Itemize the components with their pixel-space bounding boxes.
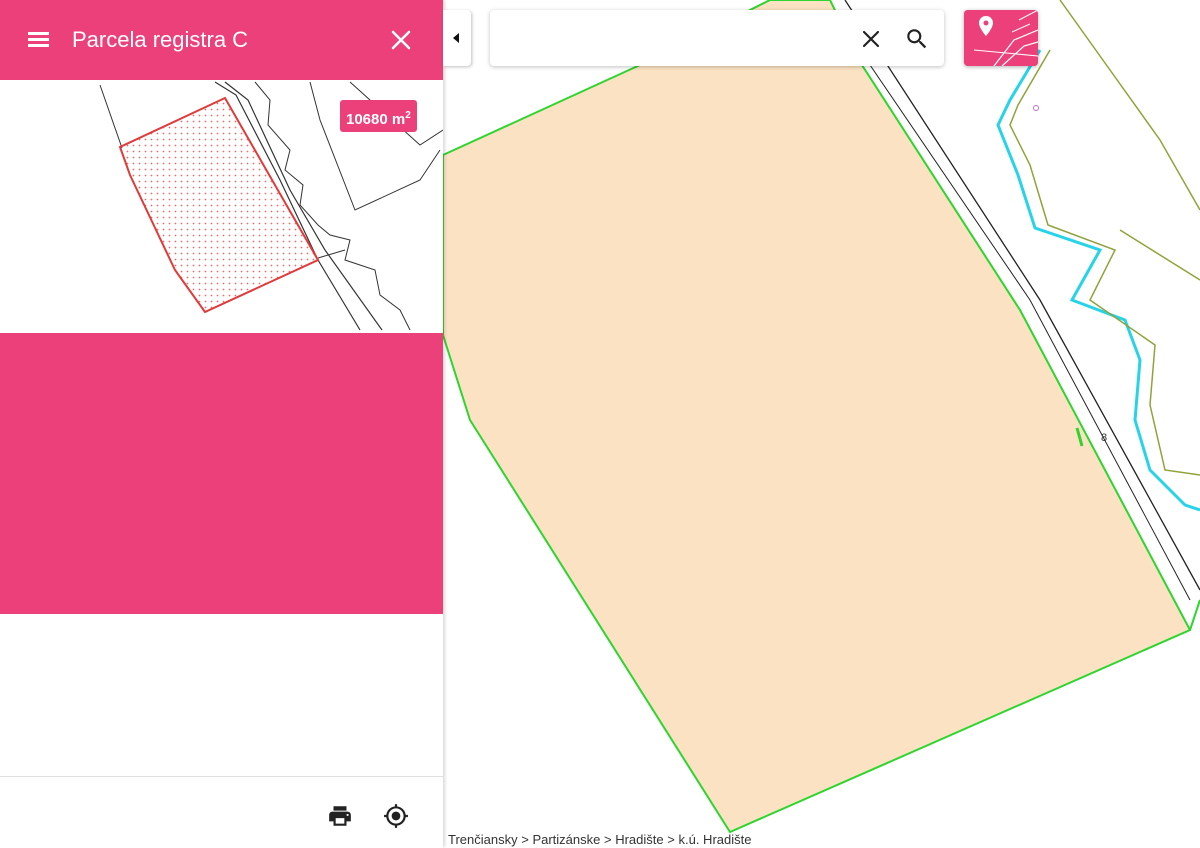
- gps-locate-icon: [384, 804, 408, 828]
- print-icon: [329, 806, 351, 826]
- search-box: [490, 10, 944, 66]
- breadcrumb: Trenčiansky > Partizánske > Hradište > k…: [448, 832, 751, 847]
- map-layer-icon: [964, 10, 1038, 66]
- clear-icon: [862, 30, 880, 48]
- search-icon: [907, 29, 927, 49]
- panel-header: Parcela registra C: [0, 0, 443, 80]
- parcel-info-block: [0, 333, 443, 614]
- breadcrumb-district[interactable]: Partizánske: [532, 832, 600, 847]
- close-icon: [391, 30, 411, 50]
- area-value: 10680 m: [346, 111, 406, 128]
- breadcrumb-separator: >: [667, 832, 675, 847]
- area-unit-sup: 2: [405, 110, 411, 121]
- menu-button[interactable]: [26, 27, 52, 53]
- search-input[interactable]: [506, 24, 840, 54]
- locate-button[interactable]: [383, 803, 409, 829]
- print-button[interactable]: [327, 803, 353, 829]
- search-button[interactable]: [904, 26, 930, 52]
- map-label-8: 8: [1101, 432, 1107, 444]
- breadcrumb-separator: >: [604, 832, 612, 847]
- breadcrumb-cadastral-area[interactable]: k.ú. Hradište: [678, 832, 751, 847]
- area-badge: 10680 m2: [340, 100, 417, 132]
- panel-footer: [0, 776, 443, 848]
- parcel-panel: Parcela registra C 10680 m2: [0, 0, 443, 848]
- layer-switch-button[interactable]: [964, 10, 1038, 66]
- breadcrumb-separator: >: [521, 832, 529, 847]
- breadcrumb-region[interactable]: Trenčiansky: [448, 832, 518, 847]
- close-button[interactable]: [388, 27, 414, 53]
- collapse-panel-button[interactable]: [443, 10, 471, 66]
- clear-search-button[interactable]: [858, 26, 884, 52]
- chevron-left-icon: [453, 33, 459, 43]
- panel-title: Parcela registra C: [72, 27, 249, 52]
- parcel-preview-map: 10680 m2: [0, 80, 443, 333]
- breadcrumb-municipality[interactable]: Hradište: [615, 832, 663, 847]
